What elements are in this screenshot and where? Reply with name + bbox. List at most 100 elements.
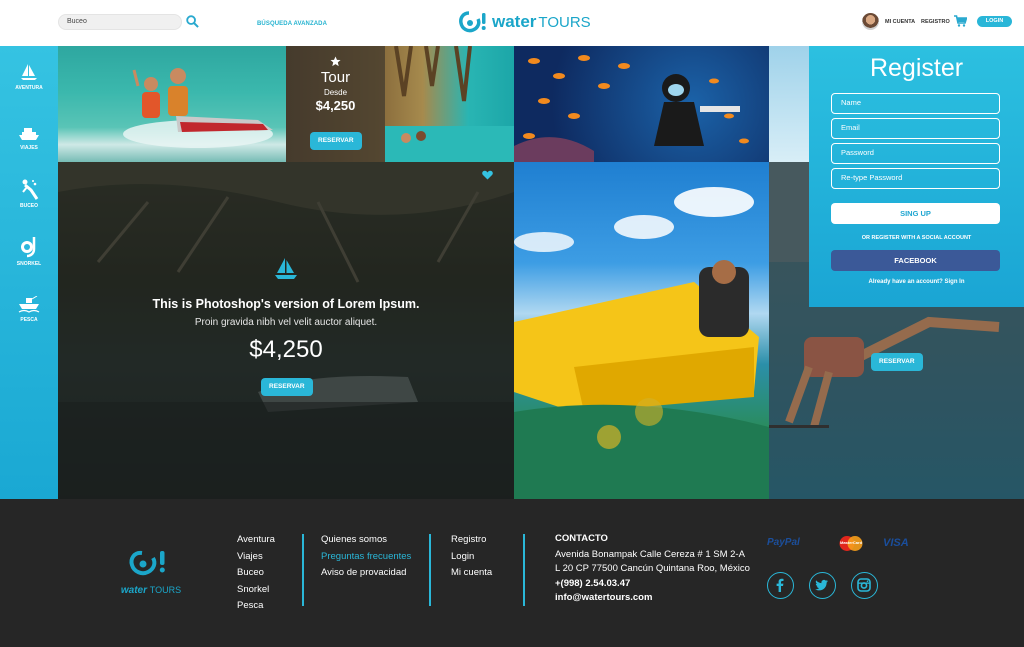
hero-subtitle: Proin gravida nibh vel velit auctor aliq… bbox=[194, 317, 378, 328]
contact-phone: +(998) 2.54.03.47 bbox=[555, 577, 631, 589]
footer-logo-drop-icon bbox=[129, 550, 165, 576]
facebook-social-button[interactable] bbox=[767, 572, 794, 599]
sail-icon bbox=[21, 64, 37, 80]
footer-link[interactable]: Registro bbox=[451, 532, 492, 549]
footer-link[interactable]: Preguntas frecuentes bbox=[321, 549, 411, 566]
footer-divider bbox=[302, 534, 304, 606]
footer-link[interactable]: Mi cuenta bbox=[451, 565, 492, 582]
footer-link[interactable]: Buceo bbox=[237, 565, 275, 582]
contact-address-1: Avenida Bonampak Calle Cereza # 1 SM 2-A bbox=[555, 548, 745, 560]
logo-drop-icon bbox=[459, 11, 486, 33]
paypal-logo: PayPal bbox=[767, 537, 800, 548]
snorkel-icon bbox=[21, 237, 36, 258]
diving-image bbox=[514, 55, 749, 162]
footer-categories: Aventura Viajes Buceo Snorkel Pesca bbox=[237, 532, 275, 615]
hero-overlay bbox=[58, 162, 514, 499]
contact-address-2: L 20 CP 77500 Cancún Quintana Roo, Méxic… bbox=[555, 563, 750, 574]
sidebar-item-label: PESCA bbox=[20, 317, 38, 323]
contact-title: CONTACTO bbox=[555, 533, 608, 544]
tile-hero[interactable] bbox=[58, 162, 514, 499]
password-field[interactable]: Password bbox=[831, 143, 1000, 164]
tour-price: $4,250 bbox=[315, 98, 356, 113]
logo-water-text: water bbox=[492, 12, 537, 31]
sidebar-item-label: VIAJES bbox=[20, 145, 38, 151]
ship-icon bbox=[19, 128, 39, 140]
my-account-link[interactable]: MI CUENTA bbox=[885, 19, 915, 25]
login-button[interactable]: LOGIN bbox=[977, 16, 1012, 27]
footer-divider bbox=[429, 534, 431, 606]
footer-link[interactable]: Aventura bbox=[237, 532, 275, 549]
sign-in-link[interactable]: Already have an account? Sign In bbox=[809, 279, 1024, 285]
cart-icon[interactable] bbox=[954, 15, 967, 27]
page: Buceo BÚSQUEDA AVANZADA water TOURS MI C… bbox=[0, 0, 1024, 647]
tile-diving[interactable] bbox=[514, 46, 769, 162]
hero-title: This is Photoshop's version of Lorem Ips… bbox=[152, 297, 420, 311]
footer-divider bbox=[523, 534, 525, 606]
logo-tours-text: TOURS bbox=[538, 13, 591, 31]
sidebar-item-viajes[interactable]: VIAJES bbox=[0, 126, 58, 151]
instagram-social-button[interactable] bbox=[851, 572, 878, 599]
avatar[interactable] bbox=[862, 13, 879, 30]
diver-icon bbox=[22, 179, 39, 200]
footer-logo-tours: TOURS bbox=[149, 585, 182, 595]
tile-jetski-family[interactable] bbox=[58, 46, 286, 162]
visa-logo: VISA bbox=[883, 537, 909, 549]
footer-logo-water: water bbox=[120, 585, 147, 596]
register-panel: Register Name Email Password Re-type Pas… bbox=[809, 46, 1024, 307]
footer-account: Registro Login Mi cuenta bbox=[451, 532, 492, 582]
sidebar-item-pesca[interactable]: PESCA bbox=[0, 296, 58, 323]
search-icon[interactable] bbox=[186, 15, 199, 28]
tour-from-label: Desde bbox=[323, 88, 348, 97]
footer-link[interactable]: Quienes somos bbox=[321, 532, 411, 549]
signup-button[interactable]: SING UP bbox=[831, 203, 1000, 224]
jetski-family-image bbox=[123, 68, 273, 148]
name-field[interactable]: Name bbox=[831, 93, 1000, 114]
sidebar-item-label: SNORKEL bbox=[16, 261, 42, 267]
tile-tour-card[interactable]: Tour Desde $4,250 RESERVAR bbox=[286, 46, 514, 162]
instagram-icon bbox=[857, 578, 871, 592]
sidebar-item-snorkel[interactable]: SNORKEL bbox=[0, 236, 58, 267]
twitter-icon bbox=[815, 579, 828, 591]
hero-reservar-button[interactable]: RESERVAR bbox=[261, 378, 313, 396]
tour-card-panel: Tour Desde $4,250 RESERVAR bbox=[286, 46, 385, 162]
contact-email[interactable]: info@watertours.com bbox=[555, 591, 750, 606]
mastercard-logo: MasterCard bbox=[838, 535, 864, 552]
footer-contact: CONTACTO Avenida Bonampak Calle Cereza #… bbox=[555, 532, 750, 606]
fishing-boat-icon bbox=[18, 296, 40, 313]
retype-password-field[interactable]: Re-type Password bbox=[831, 168, 1000, 189]
footer-link[interactable]: Viajes bbox=[237, 549, 275, 566]
jumper-reservar-button[interactable]: RESERVAR bbox=[871, 353, 923, 371]
advanced-search-link[interactable]: BÚSQUEDA AVANZADA bbox=[257, 21, 327, 27]
tile-beach[interactable] bbox=[769, 46, 809, 162]
category-sidebar: AVENTURA VIAJES BUCEO SNORKEL PESCA bbox=[0, 46, 58, 499]
tile-jetski-rider[interactable] bbox=[514, 162, 769, 499]
email-field[interactable]: Email bbox=[831, 118, 1000, 139]
heart-icon[interactable] bbox=[482, 170, 493, 180]
tour-reservar-button[interactable]: RESERVAR bbox=[310, 132, 362, 150]
footer-logo[interactable]: water TOURS bbox=[118, 549, 184, 596]
hero-price: $4,250 bbox=[249, 336, 323, 363]
sidebar-item-aventura[interactable]: AVENTURA bbox=[0, 62, 58, 91]
sidebar-item-label: AVENTURA bbox=[15, 85, 43, 91]
sailboat-icon bbox=[275, 258, 297, 279]
logo[interactable]: water TOURS bbox=[459, 10, 591, 34]
register-title: Register bbox=[869, 54, 964, 82]
tour-title: Tour bbox=[320, 69, 351, 86]
sidebar-item-buceo[interactable]: BUCEO bbox=[0, 178, 58, 209]
footer-link[interactable]: Aviso de provacidad bbox=[321, 565, 411, 582]
register-link[interactable]: REGISTRO bbox=[921, 19, 950, 25]
twitter-social-button[interactable] bbox=[809, 572, 836, 599]
social-register-label: OR REGISTER WITH A SOCIAL ACCOUNT bbox=[861, 235, 972, 241]
header: Buceo BÚSQUEDA AVANZADA water TOURS MI C… bbox=[0, 0, 1024, 46]
footer-info: Quienes somos Preguntas frecuentes Aviso… bbox=[321, 532, 411, 582]
search-input[interactable]: Buceo bbox=[58, 14, 182, 30]
footer-link[interactable]: Login bbox=[451, 549, 492, 566]
jetski-rider-image bbox=[514, 187, 769, 499]
facebook-icon bbox=[776, 578, 784, 592]
footer-link[interactable]: Snorkel bbox=[237, 582, 275, 599]
footer: water TOURS Aventura Viajes Buceo Snorke… bbox=[0, 499, 1024, 647]
sidebar-item-label: BUCEO bbox=[19, 203, 39, 209]
footer-link[interactable]: Pesca bbox=[237, 598, 275, 615]
facebook-button[interactable]: FACEBOOK bbox=[831, 250, 1000, 271]
star-icon bbox=[330, 56, 341, 67]
